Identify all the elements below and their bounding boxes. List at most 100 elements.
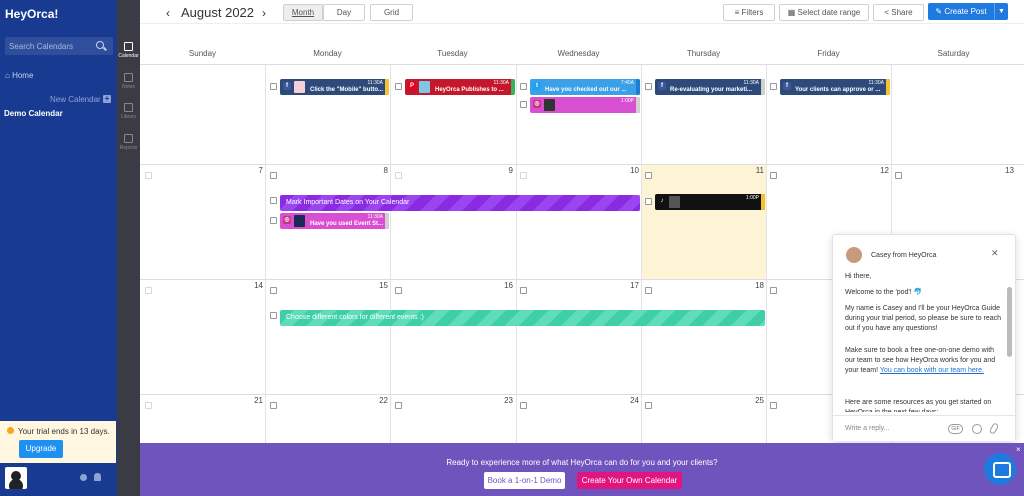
rail-item-calendar[interactable]: Calendar [117, 42, 140, 59]
day-checkbox[interactable] [395, 402, 402, 409]
weekday-label: Saturday [937, 49, 970, 58]
day-checkbox[interactable] [645, 402, 652, 409]
post-checkbox[interactable] [270, 83, 277, 90]
rail-item-reports[interactable]: Reports [117, 134, 140, 151]
day-checkbox[interactable] [895, 172, 902, 179]
book-demo-link[interactable]: You can book with our team here. [880, 367, 984, 374]
avatar[interactable] [5, 467, 27, 489]
trial-notice: Your trial ends in 13 days. Upgrade [0, 421, 116, 463]
weekday-label: Sunday [188, 49, 217, 58]
chat-message: My name is Casey and I'll be your HeyOrc… [845, 305, 1002, 332]
event-checkbox[interactable] [270, 312, 277, 319]
day-checkbox[interactable] [520, 402, 527, 409]
chevron-right-icon[interactable]: › [262, 6, 266, 20]
close-icon[interactable]: ✕ [991, 248, 999, 259]
gif-icon[interactable]: GIF [948, 424, 963, 434]
day-checkbox[interactable] [520, 287, 527, 294]
day-checkbox[interactable] [395, 172, 402, 179]
rail-item-notes[interactable]: Notes [117, 73, 140, 90]
post-checkbox[interactable] [395, 83, 402, 90]
status-bar [385, 213, 389, 229]
view-day-button[interactable]: Day [323, 4, 365, 21]
create-calendar-button[interactable]: Create Your Own Calendar [577, 472, 682, 489]
view-grid-button[interactable]: Grid [370, 4, 413, 21]
post-card[interactable]: f 11:30A Your clients can approve or ... [780, 79, 890, 95]
chat-scrollbar[interactable] [1007, 287, 1012, 357]
instagram-icon: ◎ [533, 100, 541, 108]
bell-icon[interactable] [94, 473, 101, 481]
rail-item-label: Notes [121, 84, 136, 90]
share-button[interactable]: < Share [873, 4, 924, 21]
event-bar[interactable]: Mark Important Dates on Your Calendar [280, 195, 640, 211]
create-post-label: Create Post [944, 7, 987, 16]
post-checkbox[interactable] [645, 198, 652, 205]
help-icon[interactable] [80, 474, 87, 481]
chevron-left-icon[interactable]: ‹ [166, 6, 170, 20]
day-checkbox[interactable] [145, 287, 152, 294]
post-card[interactable]: ◎ 11:30A Have you used Event St... [280, 213, 389, 229]
post-card[interactable]: f 11:30A Click the "Mobile" butto... [280, 79, 389, 95]
day-checkbox[interactable] [270, 402, 277, 409]
app-logo[interactable]: HeyOrca! [5, 7, 58, 21]
post-time: 1:00P [620, 98, 634, 104]
create-post-button[interactable]: ✎ Create Post [928, 3, 994, 20]
attachment-icon[interactable] [988, 422, 1000, 435]
post-title: HeyOrca Publishes to ... [435, 87, 504, 93]
weekday-header: Sunday Monday Tuesday Wednesday Thursday… [140, 43, 1024, 65]
day-checkbox[interactable] [145, 402, 152, 409]
sidebar-item-demo-calendar[interactable]: Demo Calendar [4, 109, 63, 118]
status-bar [886, 79, 890, 95]
post-time: 11:30A [868, 80, 884, 86]
date-range-button[interactable]: ▦ Select date range [779, 4, 869, 21]
day-checkbox[interactable] [520, 172, 527, 179]
post-thumbnail [544, 99, 555, 111]
day-checkbox[interactable] [645, 172, 652, 179]
post-checkbox[interactable] [520, 83, 527, 90]
document-icon [124, 73, 133, 82]
post-card[interactable]: ◎ 1:00P [530, 97, 640, 113]
plus-icon[interactable]: + [103, 95, 111, 103]
day-checkbox[interactable] [145, 172, 152, 179]
rail-item-library[interactable]: Library [117, 103, 140, 120]
post-checkbox[interactable] [770, 83, 777, 90]
search-icon[interactable] [96, 41, 104, 49]
day-checkbox[interactable] [770, 402, 777, 409]
sidebar-item-home[interactable]: ⌂ Home [5, 71, 33, 80]
day-checkbox[interactable] [645, 287, 652, 294]
upgrade-button[interactable]: Upgrade [19, 440, 63, 458]
day-checkbox[interactable] [395, 287, 402, 294]
post-card[interactable]: P 11:30A HeyOrca Publishes to ... [405, 79, 515, 95]
post-time: 7:40A [620, 80, 634, 86]
rail-item-label: Library [120, 114, 137, 120]
warning-icon [7, 427, 14, 434]
filters-button[interactable]: ≡ Filters [723, 4, 775, 21]
chat-widget: Casey from HeyOrca ✕ Hi there, Welcome t… [832, 234, 1016, 441]
today-cell[interactable] [641, 164, 766, 279]
post-card[interactable]: ♪ 1:00P [655, 194, 765, 210]
day-checkbox[interactable] [270, 172, 277, 179]
weekday-label: Friday [817, 49, 840, 58]
day-number: 22 [379, 396, 388, 405]
view-month-button[interactable]: Month [283, 4, 323, 21]
day-number: 11 [755, 166, 764, 175]
post-checkbox[interactable] [520, 101, 527, 108]
day-divider [641, 65, 642, 443]
weekday-label: Thursday [686, 49, 721, 58]
day-checkbox[interactable] [770, 287, 777, 294]
post-checkbox[interactable] [645, 83, 652, 90]
post-card[interactable]: t 7:40A Have you checked out our ... [530, 79, 640, 95]
day-checkbox[interactable] [770, 172, 777, 179]
book-demo-button[interactable]: Book a 1-on-1 Demo [484, 472, 565, 489]
emoji-icon[interactable] [972, 424, 982, 434]
chat-launcher-button[interactable] [984, 453, 1016, 485]
day-checkbox[interactable] [270, 287, 277, 294]
chevron-down-icon[interactable]: ▼ [994, 3, 1008, 20]
status-bar [511, 79, 515, 95]
post-card[interactable]: f 11:30A Re-evaluating your marketi... [655, 79, 765, 95]
post-checkbox[interactable] [270, 217, 277, 224]
chat-reply-input[interactable]: Write a reply... [845, 425, 889, 432]
event-bar[interactable]: Choose different colors for different ev… [280, 310, 765, 326]
event-checkbox[interactable] [270, 197, 277, 204]
close-icon[interactable]: × [1016, 445, 1021, 454]
new-calendar-link[interactable]: New Calendar [50, 95, 101, 104]
